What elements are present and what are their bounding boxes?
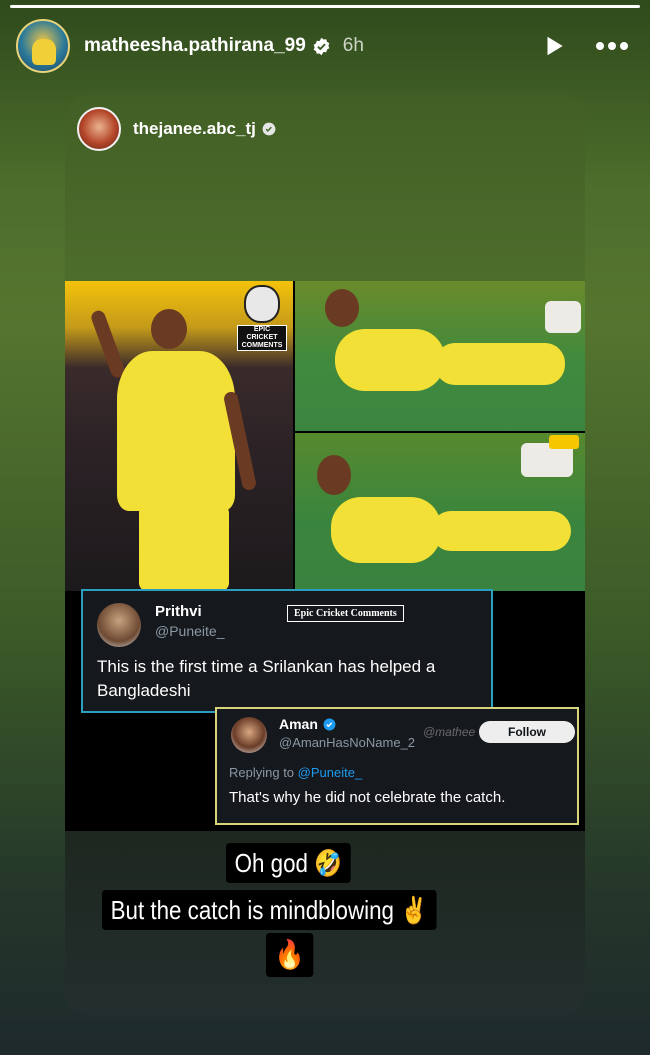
play-button[interactable] (534, 26, 574, 66)
reshared-post-header: thejanee.abc_tj (77, 107, 276, 151)
avatar (97, 603, 141, 647)
story-progress-bar (10, 5, 640, 8)
reshared-avatar[interactable] (77, 107, 121, 151)
meme-face-icon (244, 285, 280, 323)
verified-badge-icon (262, 122, 276, 136)
catch-photo-top (295, 281, 585, 431)
replying-to-prefix: Replying to (229, 765, 295, 780)
meme-badge-text: EPIC CRICKET COMMENTS (237, 325, 287, 351)
story-username[interactable]: matheesha.pathirana_99 (84, 35, 306, 57)
tweet-text: This is the first time a Srilankan has h… (97, 657, 436, 700)
bowler-photo: EPIC CRICKET COMMENTS (65, 281, 293, 591)
play-icon (547, 36, 563, 56)
verified-badge-icon (323, 718, 336, 730)
follow-button[interactable]: Follow (479, 721, 575, 743)
story-time: 6h (342, 35, 364, 56)
photo-collage: EPIC CRICKET COMMENTS Prithvi @Puneite_ … (65, 281, 585, 831)
caption-line-3: 🔥 (266, 933, 314, 977)
catch-photo-bottom (295, 433, 585, 591)
watermark-tag: Epic Cricket Comments (287, 605, 404, 622)
caption-line-2: But the catch is mindblowing ✌️ (102, 890, 437, 930)
profile-avatar[interactable] (16, 19, 70, 73)
reshared-username[interactable]: thejanee.abc_tj (133, 119, 256, 139)
tweet-card-aman: Aman @AmanHasNoName_2 @mathee Follow Rep… (215, 707, 579, 825)
tweet-author-name: Prithvi (155, 603, 202, 620)
username-watermark: @mathee (423, 725, 476, 739)
replying-to-handle[interactable]: @Puneite_ (298, 765, 363, 780)
meme-page-badge: EPIC CRICKET COMMENTS (237, 285, 287, 351)
more-options-icon (596, 42, 628, 50)
verified-badge-icon (313, 37, 330, 55)
story-header: matheesha.pathirana_99 6h (16, 18, 632, 74)
tweet-author-handle: @AmanHasNoName_2 (279, 735, 416, 750)
tweet-author-name: Aman (279, 716, 318, 732)
replying-to: Replying to @Puneite_ (229, 765, 362, 780)
caption-line-1: Oh god 🤣 (226, 843, 351, 883)
tweet-author-handle: @Puneite_ (155, 623, 225, 639)
story-progress-fill (10, 5, 640, 8)
avatar (231, 717, 267, 753)
broadcast-logo (549, 435, 579, 449)
more-options-button[interactable] (592, 26, 632, 66)
tweet-author: Aman (279, 716, 336, 732)
tweet-text: That's why he did not celebrate the catc… (229, 789, 506, 806)
tweet-card-prithvi: Prithvi @Puneite_ Epic Cricket Comments … (81, 589, 493, 713)
